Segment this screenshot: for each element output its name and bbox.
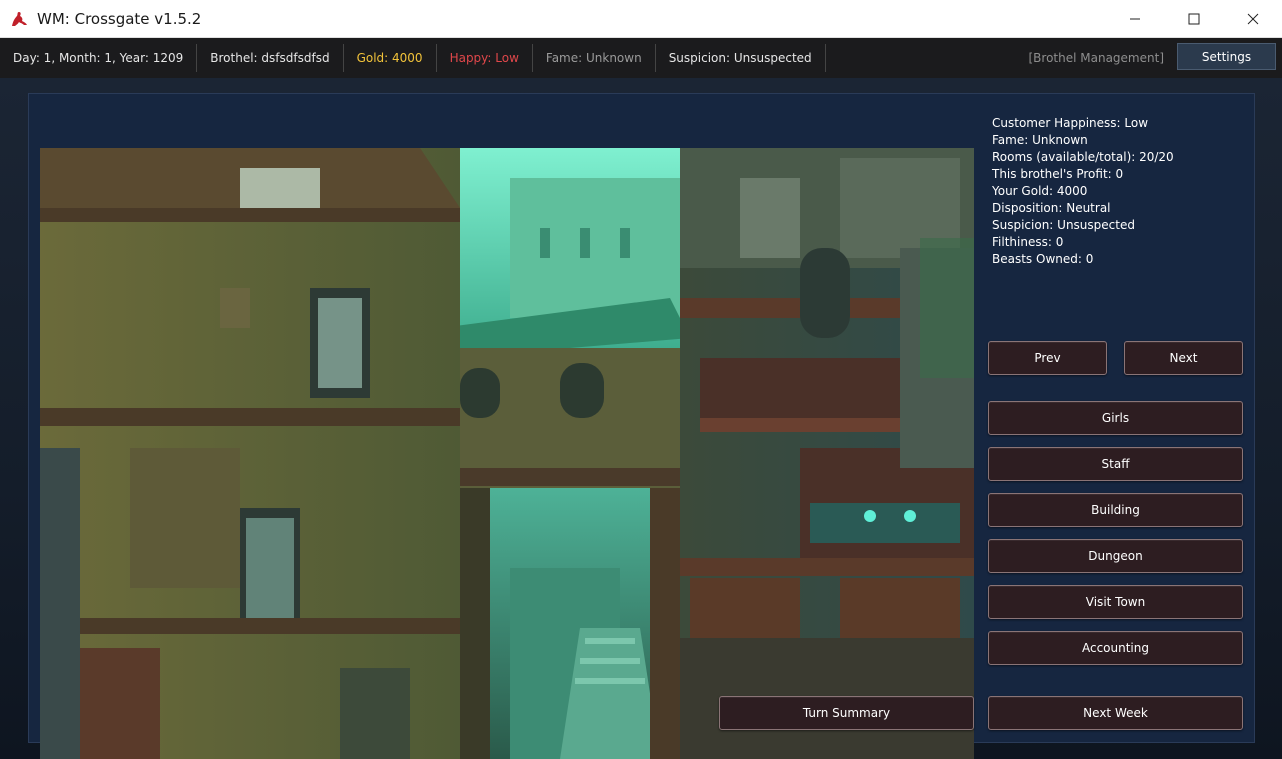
visit-town-button[interactable]: Visit Town — [988, 585, 1243, 619]
girls-button[interactable]: Girls — [988, 401, 1243, 435]
suspicion-stat: Suspicion: Unsuspected — [656, 44, 826, 72]
title-bar: WM: Crossgate v1.5.2 — [0, 0, 1282, 38]
staff-button[interactable]: Staff — [988, 447, 1243, 481]
turn-summary-button[interactable]: Turn Summary — [719, 696, 974, 730]
window-title: WM: Crossgate v1.5.2 — [37, 9, 202, 28]
info-beasts-owned: Beasts Owned: 0 — [992, 252, 1094, 266]
info-customer-happiness: Customer Happiness: Low — [992, 116, 1149, 130]
building-button[interactable]: Building — [988, 493, 1243, 527]
settings-button[interactable]: Settings — [1177, 43, 1276, 70]
close-icon — [1247, 13, 1258, 25]
red-figure-icon — [12, 11, 27, 26]
maximize-button[interactable] — [1164, 0, 1223, 38]
minimize-button[interactable] — [1105, 0, 1164, 38]
info-profit: This brothel's Profit: 0 — [992, 167, 1124, 181]
town-scene-image — [40, 148, 974, 759]
minimize-icon — [1129, 18, 1140, 20]
prev-button[interactable]: Prev — [988, 341, 1107, 375]
dungeon-button[interactable]: Dungeon — [988, 539, 1243, 573]
gold-stat: Gold: 4000 — [344, 44, 437, 72]
info-your-gold: Your Gold: 4000 — [992, 184, 1088, 198]
info-suspicion: Suspicion: Unsuspected — [992, 218, 1135, 232]
next-week-button[interactable]: Next Week — [988, 696, 1243, 730]
info-rooms: Rooms (available/total): 20/20 — [992, 150, 1174, 164]
date-stat: Day: 1, Month: 1, Year: 1209 — [0, 44, 198, 72]
info-fame: Fame: Unknown — [992, 133, 1088, 147]
mode-label: [Brothel Management] — [1028, 51, 1165, 65]
maximize-icon — [1188, 13, 1199, 25]
fame-stat: Fame: Unknown — [533, 44, 656, 72]
status-bar: Day: 1, Month: 1, Year: 1209 Brothel: ds… — [0, 38, 1282, 78]
info-filthiness: Filthiness: 0 — [992, 235, 1064, 249]
window-controls — [1105, 0, 1282, 38]
info-disposition: Disposition: Neutral — [992, 201, 1111, 215]
close-button[interactable] — [1223, 0, 1282, 38]
accounting-button[interactable]: Accounting — [988, 631, 1243, 665]
brothel-stat: Brothel: dsfsdfsdfsd — [197, 44, 344, 72]
happy-stat: Happy: Low — [437, 44, 533, 72]
brothel-info: Customer Happiness: Low Fame: Unknown Ro… — [992, 115, 1174, 268]
next-button[interactable]: Next — [1124, 341, 1243, 375]
